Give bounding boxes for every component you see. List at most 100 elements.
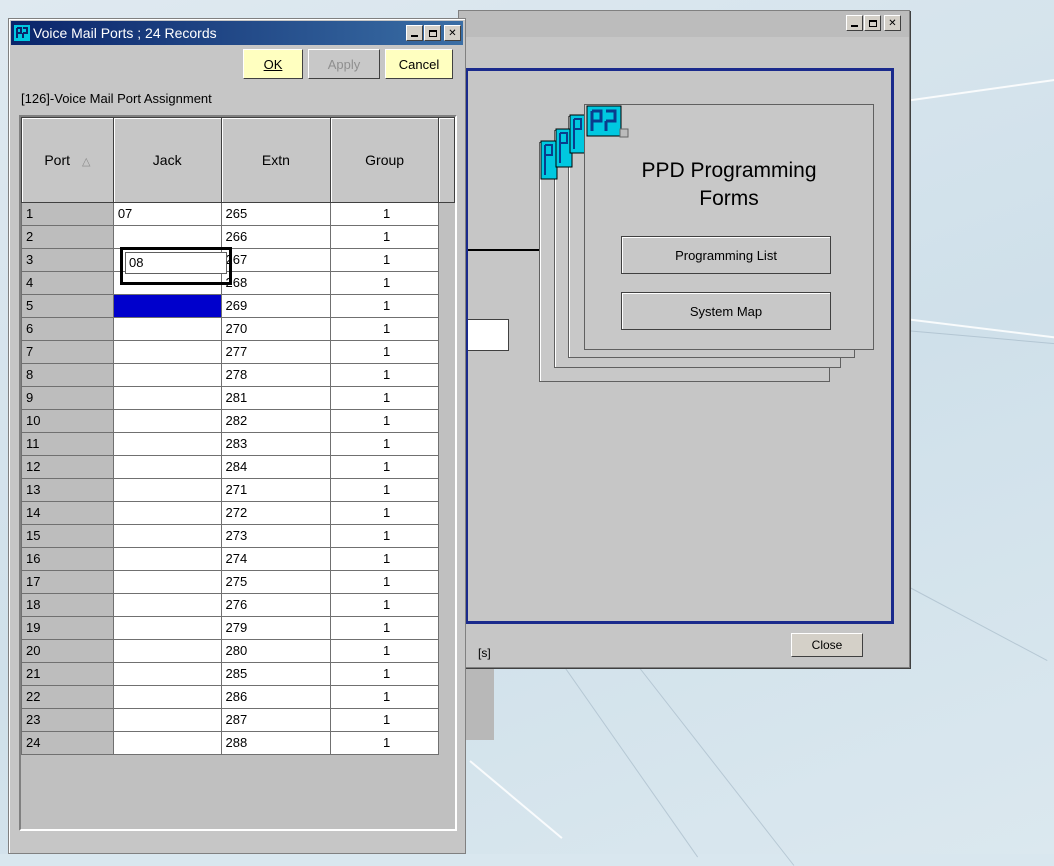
maximize-button[interactable] [424,25,441,41]
cell-jack[interactable] [112,432,222,456]
cell-jack[interactable] [112,409,222,433]
cell-extn[interactable]: 266 [220,225,332,249]
back-input-field[interactable] [468,319,509,351]
cell-jack[interactable] [112,478,222,502]
cell-port[interactable]: 2 [21,225,114,249]
table-row[interactable]: 18 276 1 [21,593,455,617]
cell-extn[interactable]: 267 [220,248,332,272]
cell-extn[interactable]: 274 [220,547,332,571]
ports-grid[interactable]: Port △ Jack Extn Group 1 07 265 1 2 266 1 3 267 1 4… [19,115,457,831]
close-button[interactable]: Close [791,633,863,657]
cell-port[interactable]: 19 [21,616,114,640]
column-header-extn[interactable]: Extn [220,117,332,203]
cell-jack[interactable] [112,731,222,755]
jack-editor-input[interactable]: 08 [125,252,227,274]
cell-group[interactable]: 1 [330,271,439,295]
cell-group[interactable]: 1 [330,363,439,387]
cell-port[interactable]: 9 [21,386,114,410]
table-row[interactable]: 10 282 1 [21,409,455,433]
minimize-button[interactable] [846,15,863,31]
table-row[interactable]: 8 278 1 [21,363,455,387]
cell-jack[interactable] [112,501,222,525]
table-row[interactable]: 19 279 1 [21,616,455,640]
cell-jack[interactable] [112,340,222,364]
cell-port[interactable]: 20 [21,639,114,663]
window-title-bar[interactable]: Voice Mail Ports ; 24 Records ✕ [11,21,463,45]
cell-extn[interactable]: 280 [220,639,332,663]
cell-port[interactable]: 21 [21,662,114,686]
table-row[interactable]: 23 287 1 [21,708,455,732]
cell-jack[interactable] [112,593,222,617]
cell-group[interactable]: 1 [330,685,439,709]
table-row[interactable]: 5 269 1 [21,294,455,318]
cell-extn[interactable]: 269 [220,294,332,318]
table-row[interactable]: 16 274 1 [21,547,455,571]
cell-jack[interactable] [112,524,222,548]
cell-jack[interactable] [112,455,222,479]
cell-jack[interactable] [112,662,222,686]
cell-group[interactable]: 1 [330,731,439,755]
cell-group[interactable]: 1 [330,478,439,502]
cell-port[interactable]: 5 [21,294,114,318]
programming-list-button[interactable]: Programming List [621,236,831,274]
cell-port[interactable]: 11 [21,432,114,456]
cell-extn[interactable]: 265 [220,202,332,226]
cell-port[interactable]: 10 [21,409,114,433]
table-row[interactable]: 6 270 1 [21,317,455,341]
cell-extn[interactable]: 268 [220,271,332,295]
cell-group[interactable]: 1 [330,708,439,732]
cell-group[interactable]: 1 [330,294,439,318]
table-row[interactable]: 12 284 1 [21,455,455,479]
table-row[interactable]: 14 272 1 [21,501,455,525]
cell-jack[interactable] [112,363,222,387]
cell-port[interactable]: 23 [21,708,114,732]
cell-port[interactable]: 3 [21,248,114,272]
cell-port[interactable]: 4 [21,271,114,295]
cell-extn[interactable]: 275 [220,570,332,594]
cell-extn[interactable]: 272 [220,501,332,525]
cell-port[interactable]: 17 [21,570,114,594]
cell-group[interactable]: 1 [330,524,439,548]
cell-extn[interactable]: 270 [220,317,332,341]
cell-group[interactable]: 1 [330,225,439,249]
table-row[interactable]: 17 275 1 [21,570,455,594]
table-row[interactable]: 21 285 1 [21,662,455,686]
cancel-button[interactable]: Cancel [385,49,453,79]
cell-group[interactable]: 1 [330,501,439,525]
cell-port[interactable]: 22 [21,685,114,709]
cell-jack[interactable] [112,294,222,318]
cell-group[interactable]: 1 [330,202,439,226]
cell-jack[interactable] [112,708,222,732]
column-header-group[interactable]: Group [330,117,439,203]
cell-jack[interactable] [112,547,222,571]
cell-extn[interactable]: 286 [220,685,332,709]
cell-port[interactable]: 18 [21,593,114,617]
cell-group[interactable]: 1 [330,317,439,341]
cell-group[interactable]: 1 [330,593,439,617]
close-window-button[interactable]: ✕ [884,15,901,31]
table-row[interactable]: 1 07 265 1 [21,202,455,226]
table-row[interactable]: 24 288 1 [21,731,455,755]
column-header-port[interactable]: Port △ [21,117,114,203]
cell-group[interactable]: 1 [330,409,439,433]
cell-extn[interactable]: 288 [220,731,332,755]
jack-cell-editor[interactable]: 08 [120,247,232,285]
cell-extn[interactable]: 285 [220,662,332,686]
cell-group[interactable]: 1 [330,386,439,410]
cell-extn[interactable]: 278 [220,363,332,387]
cell-port[interactable]: 24 [21,731,114,755]
ok-button[interactable]: OK [243,49,303,79]
cell-port[interactable]: 8 [21,363,114,387]
table-row[interactable]: 11 283 1 [21,432,455,456]
close-window-button[interactable]: ✕ [444,25,461,41]
cell-port[interactable]: 1 [21,202,114,226]
cell-group[interactable]: 1 [330,455,439,479]
cell-extn[interactable]: 279 [220,616,332,640]
table-row[interactable]: 13 271 1 [21,478,455,502]
cell-jack[interactable] [112,386,222,410]
cell-port[interactable]: 6 [21,317,114,341]
minimize-button[interactable] [406,25,423,41]
cell-jack[interactable] [112,616,222,640]
cell-port[interactable]: 14 [21,501,114,525]
table-row[interactable]: 2 266 1 [21,225,455,249]
